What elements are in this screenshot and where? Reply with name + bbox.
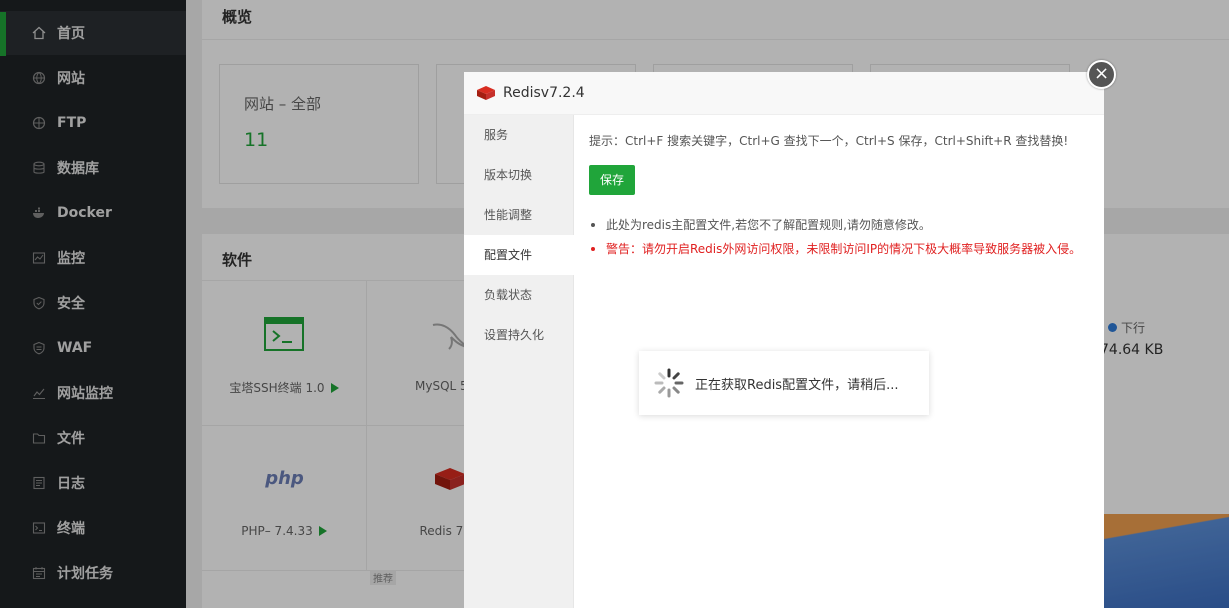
note-info: 此处为redis主配置文件,若您不了解配置规则,请勿随意修改。 bbox=[589, 213, 1081, 237]
modal-nav: 服务 版本切换 性能调整 配置文件 负载状态 设置持久化 bbox=[464, 115, 574, 608]
close-button[interactable]: × bbox=[1087, 60, 1116, 89]
modal-nav-persistence[interactable]: 设置持久化 bbox=[464, 315, 574, 355]
config-notes: 此处为redis主配置文件,若您不了解配置规则,请勿随意修改。 警告：请勿开启R… bbox=[589, 213, 1081, 261]
redis-modal: Redisv7.2.4 服务 版本切换 性能调整 配置文件 负载状态 设置持久化… bbox=[464, 72, 1104, 608]
modal-title: Redisv7.2.4 bbox=[503, 85, 585, 101]
shortcut-tip: 提示：Ctrl+F 搜索关键字，Ctrl+G 查找下一个，Ctrl+S 保存，C… bbox=[589, 134, 1069, 148]
modal-header: Redisv7.2.4 bbox=[464, 72, 1104, 115]
spinner-icon bbox=[654, 368, 684, 398]
modal-nav-config[interactable]: 配置文件 bbox=[464, 235, 574, 275]
loading-text: 正在获取Redis配置文件，请稍后... bbox=[695, 378, 899, 393]
note-warning: 警告：请勿开启Redis外网访问权限，未限制访问IP的情况下极大概率导致服务器被… bbox=[589, 237, 1081, 261]
redis-icon bbox=[477, 86, 495, 100]
save-button[interactable]: 保存 bbox=[589, 165, 635, 195]
modal-nav-performance[interactable]: 性能调整 bbox=[464, 195, 574, 235]
modal-nav-version[interactable]: 版本切换 bbox=[464, 155, 574, 195]
modal-nav-service[interactable]: 服务 bbox=[464, 115, 574, 155]
modal-nav-load[interactable]: 负载状态 bbox=[464, 275, 574, 315]
loading-toast: 正在获取Redis配置文件，请稍后... bbox=[639, 351, 929, 415]
